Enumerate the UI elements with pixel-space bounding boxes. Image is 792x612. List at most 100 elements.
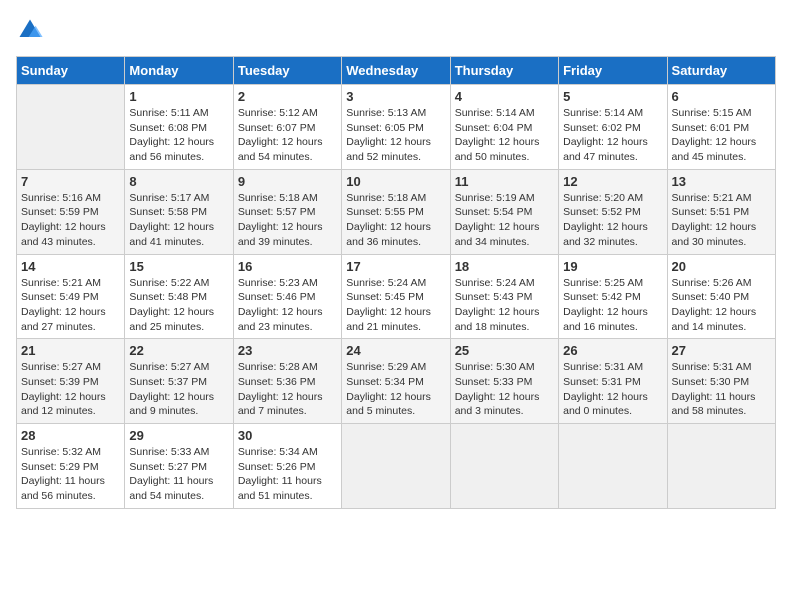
- page-header: [16, 16, 776, 44]
- header-row: SundayMondayTuesdayWednesdayThursdayFrid…: [17, 57, 776, 85]
- day-info: Sunrise: 5:14 AM Sunset: 6:02 PM Dayligh…: [563, 106, 662, 165]
- calendar-cell: 6 Sunrise: 5:15 AM Sunset: 6:01 PM Daylig…: [667, 85, 775, 170]
- week-row-2: 7 Sunrise: 5:16 AM Sunset: 5:59 PM Daylig…: [17, 169, 776, 254]
- day-info: Sunrise: 5:26 AM Sunset: 5:40 PM Dayligh…: [672, 276, 771, 335]
- day-info: Sunrise: 5:34 AM Sunset: 5:26 PM Dayligh…: [238, 445, 337, 504]
- day-number: 7: [21, 174, 120, 189]
- day-number: 23: [238, 343, 337, 358]
- day-number: 3: [346, 89, 445, 104]
- calendar-cell: 25 Sunrise: 5:30 AM Sunset: 5:33 PM Dayli…: [450, 339, 558, 424]
- day-info: Sunrise: 5:23 AM Sunset: 5:46 PM Dayligh…: [238, 276, 337, 335]
- day-info: Sunrise: 5:28 AM Sunset: 5:36 PM Dayligh…: [238, 360, 337, 419]
- day-number: 28: [21, 428, 120, 443]
- col-header-sunday: Sunday: [17, 57, 125, 85]
- day-number: 29: [129, 428, 228, 443]
- logo-icon: [16, 16, 44, 44]
- day-number: 4: [455, 89, 554, 104]
- day-number: 13: [672, 174, 771, 189]
- calendar-cell: 14 Sunrise: 5:21 AM Sunset: 5:49 PM Dayli…: [17, 254, 125, 339]
- calendar-cell: 3 Sunrise: 5:13 AM Sunset: 6:05 PM Daylig…: [342, 85, 450, 170]
- day-info: Sunrise: 5:30 AM Sunset: 5:33 PM Dayligh…: [455, 360, 554, 419]
- day-number: 25: [455, 343, 554, 358]
- day-number: 6: [672, 89, 771, 104]
- col-header-monday: Monday: [125, 57, 233, 85]
- calendar-cell: 9 Sunrise: 5:18 AM Sunset: 5:57 PM Daylig…: [233, 169, 341, 254]
- day-info: Sunrise: 5:22 AM Sunset: 5:48 PM Dayligh…: [129, 276, 228, 335]
- day-number: 20: [672, 259, 771, 274]
- col-header-wednesday: Wednesday: [342, 57, 450, 85]
- calendar-cell: 5 Sunrise: 5:14 AM Sunset: 6:02 PM Daylig…: [559, 85, 667, 170]
- day-info: Sunrise: 5:20 AM Sunset: 5:52 PM Dayligh…: [563, 191, 662, 250]
- calendar-cell: 20 Sunrise: 5:26 AM Sunset: 5:40 PM Dayli…: [667, 254, 775, 339]
- calendar-cell: 27Sunrise: 5:31 AM Sunset: 5:30 PM Dayli…: [667, 339, 775, 424]
- day-info: Sunrise: 5:18 AM Sunset: 5:57 PM Dayligh…: [238, 191, 337, 250]
- day-number: 16: [238, 259, 337, 274]
- calendar-cell: 29 Sunrise: 5:33 AM Sunset: 5:27 PM Dayli…: [125, 424, 233, 509]
- day-number: 10: [346, 174, 445, 189]
- day-info: Sunrise: 5:27 AM Sunset: 5:39 PM Dayligh…: [21, 360, 120, 419]
- day-info: Sunrise: 5:19 AM Sunset: 5:54 PM Dayligh…: [455, 191, 554, 250]
- day-info: Sunrise: 5:21 AM Sunset: 5:49 PM Dayligh…: [21, 276, 120, 335]
- week-row-4: 21 Sunrise: 5:27 AM Sunset: 5:39 PM Dayli…: [17, 339, 776, 424]
- day-info: Sunrise: 5:14 AM Sunset: 6:04 PM Dayligh…: [455, 106, 554, 165]
- day-number: 9: [238, 174, 337, 189]
- day-info: Sunrise: 5:24 AM Sunset: 5:43 PM Dayligh…: [455, 276, 554, 335]
- calendar-cell: 1 Sunrise: 5:11 AM Sunset: 6:08 PM Daylig…: [125, 85, 233, 170]
- day-number: 17: [346, 259, 445, 274]
- day-number: 24: [346, 343, 445, 358]
- calendar-cell: 23 Sunrise: 5:28 AM Sunset: 5:36 PM Dayli…: [233, 339, 341, 424]
- col-header-saturday: Saturday: [667, 57, 775, 85]
- calendar-cell: 18 Sunrise: 5:24 AM Sunset: 5:43 PM Dayli…: [450, 254, 558, 339]
- day-number: 19: [563, 259, 662, 274]
- day-number: 22: [129, 343, 228, 358]
- day-number: 30: [238, 428, 337, 443]
- day-info: Sunrise: 5:21 AM Sunset: 5:51 PM Dayligh…: [672, 191, 771, 250]
- day-info: Sunrise: 5:13 AM Sunset: 6:05 PM Dayligh…: [346, 106, 445, 165]
- day-number: 5: [563, 89, 662, 104]
- calendar-cell: 17Sunrise: 5:24 AM Sunset: 5:45 PM Dayli…: [342, 254, 450, 339]
- day-number: 11: [455, 174, 554, 189]
- week-row-1: 1 Sunrise: 5:11 AM Sunset: 6:08 PM Daylig…: [17, 85, 776, 170]
- day-number: 12: [563, 174, 662, 189]
- calendar-cell: 7 Sunrise: 5:16 AM Sunset: 5:59 PM Daylig…: [17, 169, 125, 254]
- calendar-cell: 4 Sunrise: 5:14 AM Sunset: 6:04 PM Daylig…: [450, 85, 558, 170]
- week-row-5: 28Sunrise: 5:32 AM Sunset: 5:29 PM Dayli…: [17, 424, 776, 509]
- calendar-cell: 22 Sunrise: 5:27 AM Sunset: 5:37 PM Dayli…: [125, 339, 233, 424]
- calendar-cell: 8 Sunrise: 5:17 AM Sunset: 5:58 PM Daylig…: [125, 169, 233, 254]
- calendar-table: SundayMondayTuesdayWednesdayThursdayFrid…: [16, 56, 776, 509]
- day-info: Sunrise: 5:33 AM Sunset: 5:27 PM Dayligh…: [129, 445, 228, 504]
- day-info: Sunrise: 5:15 AM Sunset: 6:01 PM Dayligh…: [672, 106, 771, 165]
- calendar-cell: 24 Sunrise: 5:29 AM Sunset: 5:34 PM Dayli…: [342, 339, 450, 424]
- calendar-cell: 26Sunrise: 5:31 AM Sunset: 5:31 PM Dayli…: [559, 339, 667, 424]
- day-number: 18: [455, 259, 554, 274]
- calendar-cell: 11 Sunrise: 5:19 AM Sunset: 5:54 PM Dayli…: [450, 169, 558, 254]
- col-header-tuesday: Tuesday: [233, 57, 341, 85]
- calendar-cell: 2Sunrise: 5:12 AM Sunset: 6:07 PM Daylig…: [233, 85, 341, 170]
- calendar-cell: 21 Sunrise: 5:27 AM Sunset: 5:39 PM Dayli…: [17, 339, 125, 424]
- day-info: Sunrise: 5:17 AM Sunset: 5:58 PM Dayligh…: [129, 191, 228, 250]
- col-header-friday: Friday: [559, 57, 667, 85]
- day-info: Sunrise: 5:31 AM Sunset: 5:30 PM Dayligh…: [672, 360, 771, 419]
- calendar-cell: [342, 424, 450, 509]
- logo: [16, 16, 46, 44]
- calendar-cell: [17, 85, 125, 170]
- day-number: 14: [21, 259, 120, 274]
- calendar-cell: 30 Sunrise: 5:34 AM Sunset: 5:26 PM Dayli…: [233, 424, 341, 509]
- day-info: Sunrise: 5:25 AM Sunset: 5:42 PM Dayligh…: [563, 276, 662, 335]
- day-number: 21: [21, 343, 120, 358]
- calendar-cell: [559, 424, 667, 509]
- day-info: Sunrise: 5:31 AM Sunset: 5:31 PM Dayligh…: [563, 360, 662, 419]
- day-number: 8: [129, 174, 228, 189]
- day-info: Sunrise: 5:18 AM Sunset: 5:55 PM Dayligh…: [346, 191, 445, 250]
- week-row-3: 14 Sunrise: 5:21 AM Sunset: 5:49 PM Dayli…: [17, 254, 776, 339]
- calendar-cell: 28Sunrise: 5:32 AM Sunset: 5:29 PM Dayli…: [17, 424, 125, 509]
- calendar-cell: 13 Sunrise: 5:21 AM Sunset: 5:51 PM Dayli…: [667, 169, 775, 254]
- day-number: 1: [129, 89, 228, 104]
- day-info: Sunrise: 5:27 AM Sunset: 5:37 PM Dayligh…: [129, 360, 228, 419]
- day-info: Sunrise: 5:11 AM Sunset: 6:08 PM Dayligh…: [129, 106, 228, 165]
- calendar-cell: 12 Sunrise: 5:20 AM Sunset: 5:52 PM Dayli…: [559, 169, 667, 254]
- calendar-cell: 16 Sunrise: 5:23 AM Sunset: 5:46 PM Dayli…: [233, 254, 341, 339]
- col-header-thursday: Thursday: [450, 57, 558, 85]
- day-info: Sunrise: 5:29 AM Sunset: 5:34 PM Dayligh…: [346, 360, 445, 419]
- day-info: Sunrise: 5:16 AM Sunset: 5:59 PM Dayligh…: [21, 191, 120, 250]
